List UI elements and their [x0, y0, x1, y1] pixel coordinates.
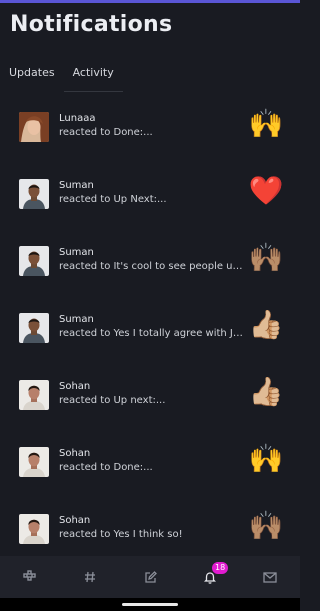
raising-hands-emoji: 🙌 — [248, 442, 284, 475]
notification-name: Lunaaa — [59, 113, 96, 124]
notification-item[interactable]: Sohan reacted to Yes I think so! 🙌🏽 — [0, 494, 300, 560]
mail-icon — [263, 571, 277, 583]
notification-item[interactable]: Suman reacted to It's cool to see people… — [0, 226, 300, 292]
notification-text: reacted to Yes I totally agree with Jak.… — [59, 328, 245, 339]
notification-count-badge: 18 — [212, 562, 229, 574]
avatar-suman[interactable] — [19, 313, 49, 343]
bottom-nav: 18 — [0, 556, 300, 598]
avatar-sohan[interactable] — [19, 380, 49, 410]
page-title: Notifications — [10, 12, 173, 37]
nav-messages[interactable] — [250, 557, 290, 597]
notification-item[interactable]: Sohan reacted to Up next:... 👍🏼 — [0, 360, 300, 426]
tab-bar: Updates Activity — [0, 60, 300, 92]
notification-name: Sohan — [59, 448, 91, 459]
notification-item[interactable]: Suman reacted to Up Next:... ❤️ — [0, 159, 300, 225]
avatar-sohan[interactable] — [19, 447, 49, 477]
avatar-suman[interactable] — [19, 179, 49, 209]
tab-activity[interactable]: Activity — [63, 60, 123, 92]
compose-icon — [144, 570, 157, 583]
notification-name: Suman — [59, 180, 94, 191]
avatar-lunaaa[interactable] — [19, 112, 49, 142]
avatar-sohan[interactable] — [19, 514, 49, 544]
thumbs-up-emoji: 👍🏼 — [248, 375, 284, 408]
nav-compose[interactable] — [130, 557, 170, 597]
notification-name: Suman — [59, 314, 94, 325]
notification-name: Sohan — [59, 381, 91, 392]
heart-emoji: ❤️ — [248, 174, 284, 207]
notification-text: reacted to Done:... — [59, 127, 153, 138]
notification-item[interactable]: Suman reacted to Yes I totally agree wit… — [0, 293, 300, 359]
status-strip — [0, 0, 300, 3]
notification-text: reacted to Yes I think so! — [59, 529, 183, 540]
nav-channels[interactable] — [70, 557, 110, 597]
raising-hands-emoji: 🙌 — [248, 107, 284, 140]
notification-item[interactable]: Lunaaa reacted to Done:... 🙌 — [0, 92, 300, 158]
nav-notifications[interactable]: 18 — [190, 557, 230, 597]
system-home-bar — [0, 598, 300, 611]
notification-text: reacted to Up next:... — [59, 395, 166, 406]
tab-updates[interactable]: Updates — [0, 60, 64, 92]
thumbs-up-emoji: 👍🏼 — [248, 308, 284, 341]
notification-text: reacted to Up Next:... — [59, 194, 167, 205]
notification-name: Sohan — [59, 515, 91, 526]
raising-hands-emoji: 🙌🏽 — [248, 509, 284, 542]
spaces-icon — [23, 570, 36, 581]
home-indicator[interactable] — [122, 603, 178, 606]
hashtag-icon — [85, 571, 95, 583]
notification-text: reacted to It's cool to see people usin.… — [59, 261, 245, 272]
raising-hands-emoji: 🙌🏽 — [248, 241, 284, 274]
nav-spaces[interactable] — [10, 557, 50, 597]
notification-name: Suman — [59, 247, 94, 258]
notification-text: reacted to Done:... — [59, 462, 153, 473]
avatar-suman[interactable] — [19, 246, 49, 276]
notification-item[interactable]: Sohan reacted to Done:... 🙌 — [0, 427, 300, 493]
